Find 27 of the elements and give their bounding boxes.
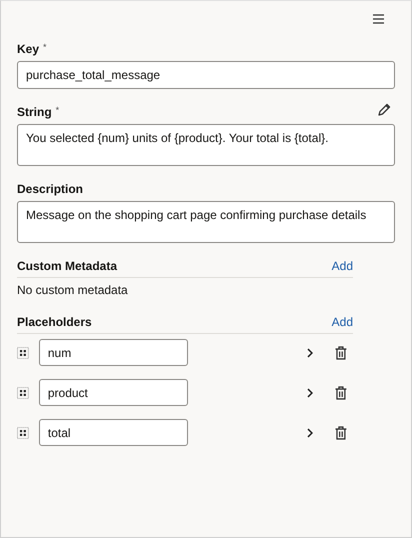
input-field[interactable]: product xyxy=(38,379,188,406)
trash-icon[interactable] xyxy=(335,426,348,440)
chevron-right-icon[interactable] xyxy=(307,388,314,398)
section-title: Custom Metadata xyxy=(17,259,118,273)
menu-icon[interactable] xyxy=(373,14,384,24)
section-title: Placeholders xyxy=(17,315,92,329)
field-label: String xyxy=(17,105,52,119)
text-area[interactable]: Message on the shopping cart page confirming purchase details xyxy=(17,201,395,243)
text-area[interactable]: You selected {num} units of {product}. Your total is {total}. xyxy=(17,124,395,166)
field-label: Description xyxy=(17,182,84,196)
input-field[interactable]: num xyxy=(38,339,188,366)
trash-icon[interactable] xyxy=(335,346,348,360)
drag-handle-icon[interactable] xyxy=(17,426,29,438)
field-label: Key xyxy=(17,42,40,56)
input-field[interactable]: purchase_total_message xyxy=(17,61,395,89)
pencil-icon[interactable] xyxy=(377,103,391,117)
drag-handle-icon[interactable] xyxy=(17,346,29,358)
add-link[interactable]: Add xyxy=(332,315,353,329)
input-field[interactable]: total xyxy=(38,419,188,446)
drag-handle-icon[interactable] xyxy=(17,386,29,398)
required-mark: * xyxy=(43,42,47,52)
chevron-right-icon[interactable] xyxy=(307,348,314,358)
add-link[interactable]: Add xyxy=(332,259,353,273)
required-mark: * xyxy=(56,105,60,115)
trash-icon[interactable] xyxy=(335,386,348,400)
empty-message: No custom metadata xyxy=(17,282,129,299)
chevron-right-icon[interactable] xyxy=(307,428,314,438)
